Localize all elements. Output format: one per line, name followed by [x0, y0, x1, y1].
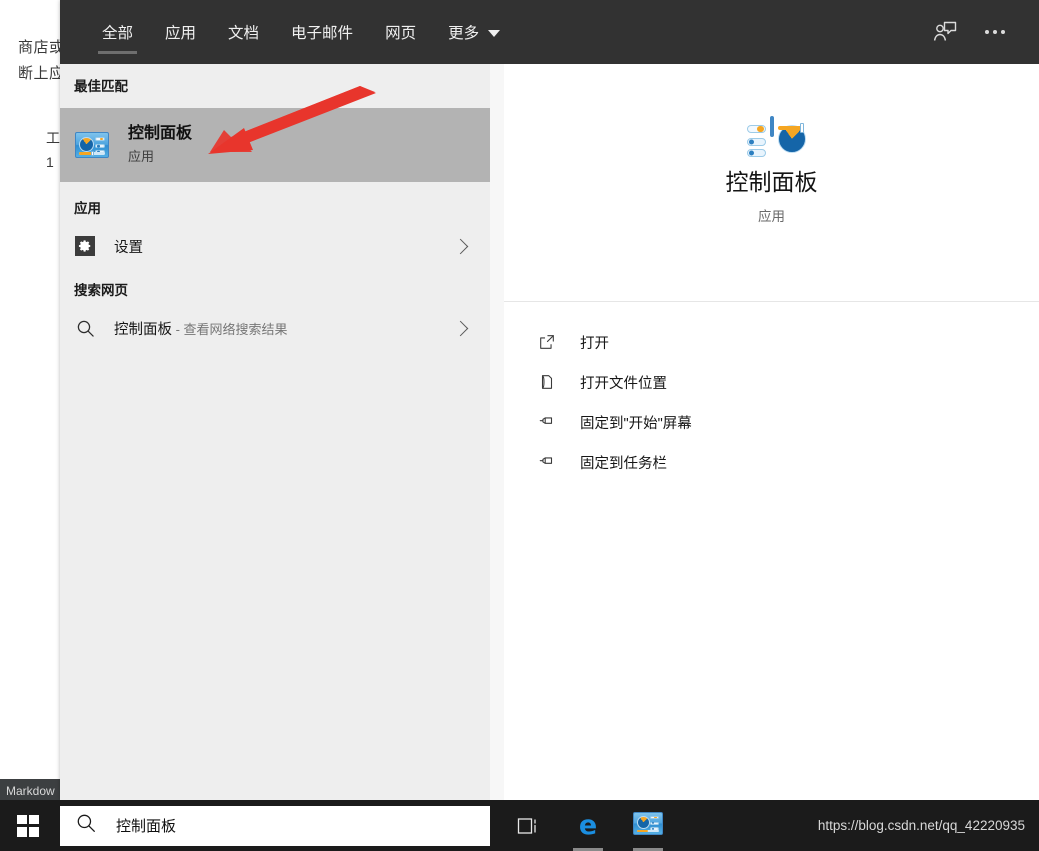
more-options-ellipsis-icon[interactable]	[973, 10, 1017, 54]
web-section-header: 搜索网页	[74, 283, 128, 298]
best-match-section-header: 最佳匹配	[74, 79, 128, 94]
preview-app-title: 控制面板	[725, 169, 818, 195]
control-panel-icon	[746, 116, 806, 157]
apps-section-header: 应用	[74, 201, 101, 216]
action-pin-to-start-label: 固定到"开始"屏幕	[580, 415, 692, 432]
web-search-query: 控制面板	[114, 321, 172, 338]
result-row-web-search-label: 控制面板 - 查看网络搜索结果	[114, 318, 455, 339]
background-text-line: 商店或	[18, 39, 65, 56]
result-row-settings[interactable]: 设置	[60, 226, 490, 266]
taskbar-app-control-panel[interactable]	[624, 800, 672, 851]
background-text-line: 1	[46, 154, 55, 170]
open-folder-location-icon	[536, 371, 558, 393]
background-text-line: 断上应	[18, 65, 65, 82]
preview-app-subtitle: 应用	[758, 209, 785, 224]
windows-logo-icon[interactable]	[0, 800, 56, 851]
result-row-web-search[interactable]: 控制面板 - 查看网络搜索结果	[60, 308, 490, 348]
action-pin-to-start[interactable]: 固定到"开始"屏幕	[504, 402, 1039, 442]
tab-apps-label: 应用	[165, 25, 197, 42]
header-actions	[917, 10, 1017, 54]
feedback-person-icon[interactable]	[923, 10, 967, 54]
tab-web-label: 网页	[385, 25, 417, 42]
best-match-subtitle: 应用	[128, 149, 155, 164]
result-row-settings-label: 设置	[114, 239, 143, 256]
tab-documents[interactable]: 文档	[212, 0, 275, 64]
preview-pane: 控制面板 应用 打开 打开文件位置 固定到"开始"屏幕 固定到任务栏	[504, 64, 1039, 800]
best-match-result-row[interactable]: 控制面板 应用	[60, 108, 490, 182]
action-open-label: 打开	[580, 335, 609, 352]
pin-icon	[536, 451, 558, 473]
results-pane: 最佳匹配 控制面板 应用 应用 设置 搜索网页 控制面板 - 查看网络搜索结果	[60, 64, 490, 800]
search-input[interactable]: 控制面板	[60, 805, 490, 846]
tab-all-label: 全部	[102, 25, 134, 42]
windows-logo-glyph	[17, 814, 39, 837]
preview-action-list: 打开 打开文件位置 固定到"开始"屏幕 固定到任务栏	[504, 322, 1039, 482]
background-text-line: 工	[46, 130, 61, 146]
edge-icon: e	[578, 810, 598, 841]
action-pin-to-taskbar[interactable]: 固定到任务栏	[504, 442, 1039, 482]
tab-web[interactable]: 网页	[369, 0, 432, 64]
search-icon	[74, 319, 96, 338]
tab-more-label: 更多	[448, 25, 480, 42]
tab-all[interactable]: 全部	[86, 0, 149, 64]
open-external-icon	[536, 331, 558, 353]
pane-divider	[490, 64, 504, 800]
best-match-texts: 控制面板 应用	[128, 123, 192, 167]
action-open-file-location[interactable]: 打开文件位置	[504, 362, 1039, 402]
search-filter-tabs: 全部 应用 文档 电子邮件 网页 更多	[86, 0, 917, 64]
tab-documents-label: 文档	[228, 25, 260, 42]
chevron-down-icon	[488, 29, 501, 37]
chevron-right-icon[interactable]	[452, 320, 469, 336]
search-input-value: 控制面板	[116, 818, 177, 835]
action-open-file-location-label: 打开文件位置	[580, 375, 667, 392]
windows-search-flyout: 全部 应用 文档 电子邮件 网页 更多 最佳匹配 控制面板 应用 应用 设置 搜…	[60, 0, 1039, 800]
task-view-icon[interactable]	[504, 800, 552, 851]
ellipsis-dots	[985, 30, 1005, 34]
web-search-hint: - 查看网络搜索结果	[172, 321, 288, 337]
tab-email[interactable]: 电子邮件	[275, 0, 369, 64]
pin-icon	[536, 411, 558, 433]
control-panel-icon	[74, 127, 110, 163]
control-panel-icon	[633, 811, 663, 840]
gear-icon	[74, 236, 96, 256]
chevron-right-icon[interactable]	[452, 238, 469, 254]
search-results-body: 最佳匹配 控制面板 应用 应用 设置 搜索网页 控制面板 - 查看网络搜索结果 …	[60, 64, 1039, 800]
action-open[interactable]: 打开	[504, 322, 1039, 362]
preview-app-card: 控制面板 应用	[504, 64, 1039, 302]
watermark-url: https://blog.csdn.net/qq_42220935	[817, 818, 1025, 833]
tab-more[interactable]: 更多	[432, 0, 516, 64]
windows-taskbar: 控制面板 e https://blog.csdn.net/qq_42220935	[0, 800, 1039, 851]
best-match-title: 控制面板	[128, 125, 193, 142]
tab-apps[interactable]: 应用	[149, 0, 212, 64]
search-icon	[76, 813, 96, 838]
tab-email-label: 电子邮件	[291, 25, 354, 42]
taskbar-app-edge[interactable]: e	[564, 800, 612, 851]
action-pin-to-taskbar-label: 固定到任务栏	[580, 455, 667, 472]
search-header-bar: 全部 应用 文档 电子邮件 网页 更多	[60, 0, 1039, 64]
